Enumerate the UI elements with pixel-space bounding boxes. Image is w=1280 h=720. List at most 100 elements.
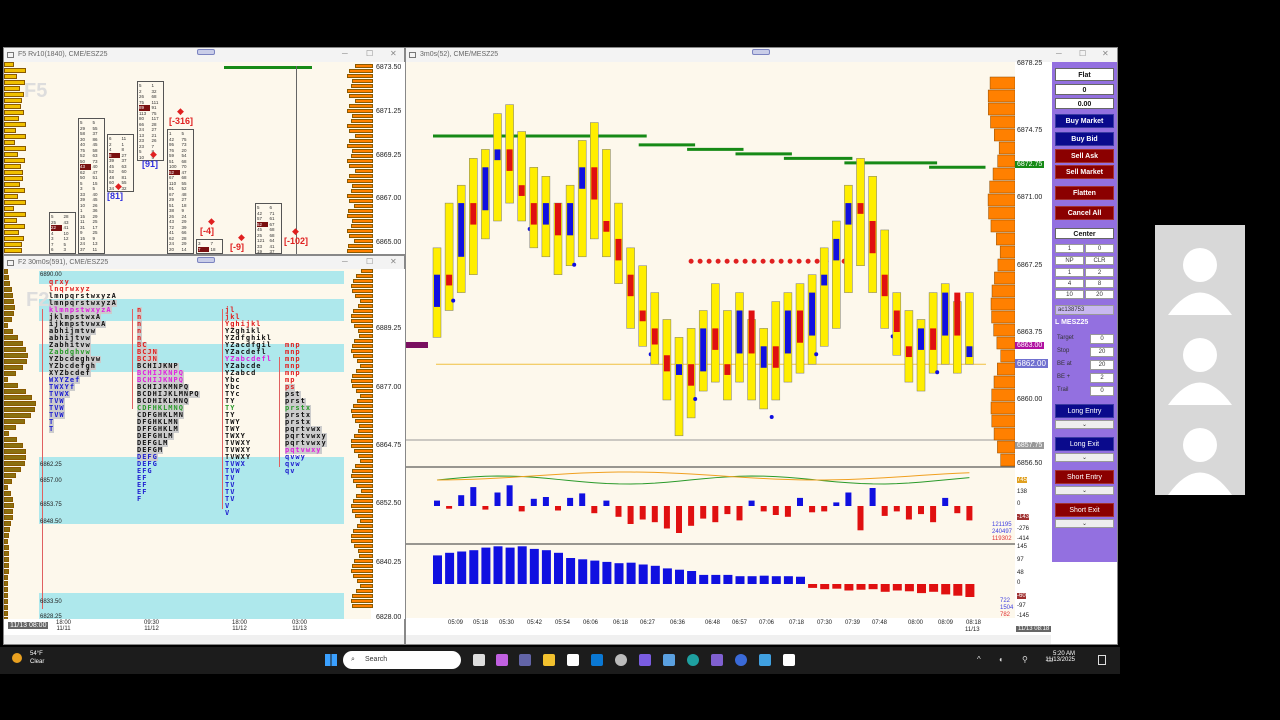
buy-market-button[interactable]: Buy Market	[1055, 114, 1114, 128]
qty-preset-button[interactable]: 1	[1055, 268, 1084, 277]
store-icon[interactable]	[567, 654, 579, 666]
profile-bar	[351, 84, 373, 88]
profile-bar	[351, 189, 373, 193]
profile-bar	[358, 549, 373, 553]
teams-icon[interactable]	[519, 654, 531, 666]
field-input[interactable]: 2	[1090, 373, 1114, 383]
horizontal-scrollbar[interactable]	[406, 635, 1051, 644]
qty-preset-button[interactable]: 8	[1085, 279, 1114, 288]
qty-input[interactable]: 1	[1055, 244, 1084, 253]
qty-preset-button[interactable]: 20	[1085, 290, 1114, 299]
footprint-bar[interactable]: 56427157615267456825681216433411937179	[255, 203, 282, 254]
visual-studio-icon[interactable]	[711, 654, 723, 666]
qty-preset-button[interactable]: 10	[1055, 290, 1084, 299]
volume-bar	[844, 584, 854, 591]
weather-text: Clear	[30, 659, 45, 665]
time-label: 18:00 11/12	[232, 620, 247, 632]
footprint-bar[interactable]: 1 5 42 75 95 73 76 20 59 54 51 68 100 70 52 47 67 68 110 55…	[167, 129, 194, 254]
price-label: 6867.25	[1017, 262, 1043, 269]
drag-handle[interactable]	[197, 257, 215, 263]
clock[interactable]: 5:20 AM 11/13/2025	[1035, 651, 1075, 663]
short-entry-button[interactable]: Short Entry	[1055, 470, 1114, 484]
footprint-bar[interactable]: 5 5 29 55 58 37 30 86 40 45 75 58 52 63 50 73 43 40 62 47 50…	[78, 118, 105, 254]
maximize-button[interactable]: ☐	[1079, 49, 1086, 58]
footprint-chart[interactable]: F5 5 28 25 43 22 41 4 10 3 12 7 5 6 3 5 5 29 55 58 37 30 86 40…	[4, 62, 371, 254]
footprint-bar[interactable]: 377184034	[196, 239, 223, 254]
field-input[interactable]: 0	[1090, 386, 1114, 396]
minimize-button[interactable]: ─	[342, 257, 348, 266]
clr-button[interactable]: CLR	[1085, 256, 1114, 265]
app-icon[interactable]	[759, 654, 771, 666]
flatten-button[interactable]: Flatten	[1055, 186, 1114, 200]
maximize-button[interactable]: ☐	[366, 49, 373, 58]
delta-bar	[905, 506, 912, 520]
tpo-chart[interactable]: F2 6890.00 6862.25 6857.00 6853.75 6848.50 68…	[4, 269, 371, 619]
long-exit-select[interactable]: ⌄	[1055, 453, 1114, 462]
price-chart[interactable]	[406, 62, 1050, 618]
close-button[interactable]: ✕	[390, 49, 397, 58]
app-icon[interactable]	[663, 654, 675, 666]
footprint-bar[interactable]: 5 28 25 43 22 41 4 10 3 12 7 5 6 3	[49, 212, 76, 254]
file-explorer-icon[interactable]	[543, 654, 555, 666]
close-button[interactable]: ✕	[1102, 49, 1109, 58]
edge-icon[interactable]	[687, 654, 699, 666]
long-exit-button[interactable]: Long Exit	[1055, 437, 1114, 451]
candle-delta	[530, 203, 537, 225]
short-exit-select[interactable]: ⌄	[1055, 519, 1114, 528]
qty-preset-button[interactable]: 2	[1085, 268, 1114, 277]
profile-bar	[4, 335, 18, 340]
candle-delta	[591, 167, 598, 200]
long-entry-button[interactable]: Long Entry	[1055, 404, 1114, 418]
time-label: 07:39	[845, 620, 861, 626]
account-select[interactable]: ac138753	[1055, 305, 1114, 315]
qty-preset-button[interactable]: 4	[1055, 279, 1084, 288]
candle-delta	[930, 328, 937, 350]
profile-bar	[351, 569, 373, 573]
short-exit-button[interactable]: Short Exit	[1055, 503, 1114, 517]
profile-bar	[4, 224, 26, 229]
last-price-tag: 6862.00	[1015, 359, 1048, 368]
copilot-icon[interactable]	[496, 654, 508, 666]
cancel-all-button[interactable]: Cancel All	[1055, 206, 1114, 220]
profile-bar	[4, 281, 11, 286]
candle-body	[577, 140, 587, 258]
profile-bar	[354, 464, 373, 468]
close-button[interactable]: ✕	[390, 257, 397, 266]
app-icon[interactable]	[639, 654, 651, 666]
settings-icon[interactable]	[615, 654, 627, 666]
app-icon[interactable]	[783, 654, 795, 666]
long-entry-select[interactable]: ⌄	[1055, 420, 1114, 429]
sell-ask-button[interactable]: Sell Ask	[1055, 149, 1114, 163]
profile-bar	[4, 347, 27, 352]
volume-bar	[638, 564, 648, 584]
field-input[interactable]: 20	[1090, 347, 1114, 357]
profile-bar	[348, 69, 373, 73]
buy-bid-button[interactable]: Buy Bid	[1055, 132, 1114, 146]
start-icon[interactable]	[325, 654, 337, 666]
app-icon[interactable]	[735, 654, 747, 666]
center-button[interactable]: Center	[1055, 228, 1114, 239]
participant-avatar-icon	[1168, 338, 1232, 405]
profile-bar	[348, 209, 373, 213]
notifications-icon[interactable]	[1098, 655, 1106, 665]
search-box[interactable]: ⌕ Search	[343, 651, 461, 669]
sell-market-button[interactable]: Sell Market	[1055, 165, 1114, 179]
task-view-icon[interactable]	[473, 654, 485, 666]
outlook-icon[interactable]	[591, 654, 603, 666]
level-dot	[769, 258, 775, 264]
field-input[interactable]: 20	[1090, 360, 1114, 370]
level-dot	[724, 258, 730, 264]
drag-handle[interactable]	[752, 49, 770, 55]
np-button[interactable]: NP	[1055, 256, 1084, 265]
field-input[interactable]: 0	[1090, 334, 1114, 344]
horizontal-scrollbar[interactable]	[4, 635, 404, 644]
profile-bar	[351, 289, 373, 293]
weather-icon	[12, 653, 22, 663]
drag-handle[interactable]	[197, 49, 215, 55]
date: 11/13	[292, 626, 307, 632]
short-entry-select[interactable]: ⌄	[1055, 486, 1114, 495]
level-dot	[760, 258, 766, 264]
minimize-button[interactable]: ─	[342, 49, 348, 58]
maximize-button[interactable]: ☐	[366, 257, 373, 266]
minimize-button[interactable]: ─	[1056, 49, 1062, 58]
